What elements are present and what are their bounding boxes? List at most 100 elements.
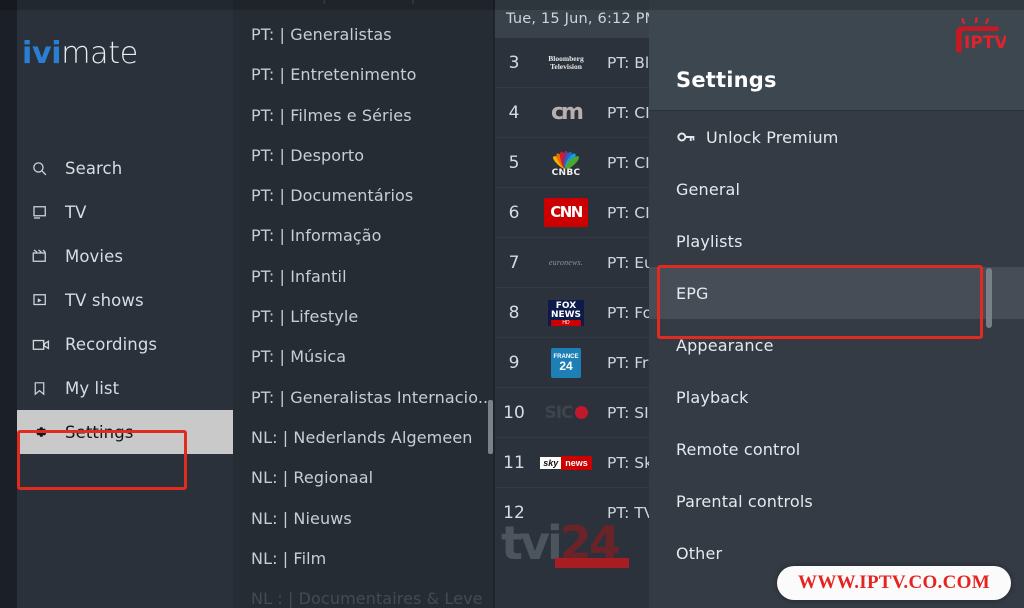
settings-item-label: Remote control: [676, 439, 801, 459]
gear-icon: [31, 421, 57, 443]
site-watermark-text: WWW.IPTV.CO.COM: [798, 572, 990, 593]
sidebar-item-label: Movies: [65, 246, 124, 266]
sidebar-item-settings[interactable]: Settings: [17, 410, 233, 454]
settings-item-label: Appearance: [676, 335, 774, 355]
channel-number: 4: [508, 102, 520, 123]
channel-name: PT: Sk: [607, 453, 654, 472]
settings-header: Settings IPTV: [649, 0, 1024, 111]
sidebar-item-recordings[interactable]: Recordings: [17, 322, 233, 366]
tv-shows-icon: [31, 289, 57, 311]
settings-item-unlock-premium[interactable]: Unlock Premium: [649, 111, 1024, 163]
settings-item-playlists[interactable]: Playlists: [649, 215, 1024, 267]
channel-number: 10: [503, 402, 525, 423]
tvi24-underline: [555, 558, 629, 568]
channel-name: PT: Eu: [607, 253, 654, 272]
sidebar-item-label: TV: [65, 202, 87, 222]
euronews-logo: euronews.: [548, 258, 584, 267]
channel-name: PT: Fo: [607, 303, 653, 322]
settings-item-parental-controls[interactable]: Parental controls: [649, 475, 1024, 527]
tv-icon: [31, 201, 57, 223]
app-logo-accent: ivi: [22, 36, 62, 71]
settings-panel-scrollbar[interactable]: [986, 268, 992, 328]
settings-menu-list: Unlock Premium General Playlists EPG App…: [649, 111, 1024, 579]
search-icon: [31, 157, 57, 179]
category-item[interactable]: NL: | Nederlands Algemeen: [233, 417, 495, 457]
settings-panel: Settings IPTV Unlock Premium General Pla…: [649, 0, 1024, 608]
recordings-icon: [31, 333, 57, 355]
settings-item-label: Parental controls: [676, 491, 813, 511]
settings-item-label: Playlists: [676, 231, 743, 251]
settings-item-label: EPG: [676, 283, 709, 303]
settings-item-remote-control[interactable]: Remote control: [649, 423, 1024, 475]
settings-item-epg[interactable]: EPG: [649, 267, 1024, 319]
category-item[interactable]: Eurasia: | Setanta Sports: [233, 0, 495, 14]
category-item[interactable]: PT: | Generalistas Internacio..: [233, 377, 495, 417]
category-item[interactable]: PT: | Desporto: [233, 135, 495, 175]
sidebar-item-tv-shows[interactable]: TV shows: [17, 278, 233, 322]
sidebar-item-label: Search: [65, 158, 123, 178]
channel-name: PT: CI: [607, 103, 650, 122]
category-item[interactable]: PT: | Filmes e Séries: [233, 95, 495, 135]
left-gutter: [0, 0, 17, 608]
settings-item-label: Playback: [676, 387, 749, 407]
app-logo: ivimate: [22, 36, 138, 71]
settings-item-label: Unlock Premium: [706, 127, 839, 147]
channel-name: PT: Bl: [607, 53, 650, 72]
settings-item-label: Other: [676, 543, 723, 563]
settings-item-label: General: [676, 179, 741, 199]
key-icon: [676, 127, 706, 147]
channel-name: PT: SI: [607, 403, 649, 422]
sky-news-logo: sky news: [533, 443, 599, 483]
sidebar-item-tv[interactable]: TV: [17, 190, 233, 234]
channel-number: 7: [508, 252, 520, 273]
category-column-edge: [493, 0, 495, 608]
settings-item-general[interactable]: General: [649, 163, 1024, 215]
france-24-logo: FRANCE 24: [533, 343, 599, 383]
cnn-red-logo: CNN: [533, 193, 599, 233]
svg-text:IPTV: IPTV: [964, 33, 1006, 53]
bookmark-icon: [31, 377, 57, 399]
category-list[interactable]: Eurasia: | Setanta Sports PT: | Generali…: [233, 0, 495, 608]
settings-item-playback[interactable]: Playback: [649, 371, 1024, 423]
settings-item-appearance[interactable]: Appearance: [649, 319, 1024, 371]
category-item[interactable]: PT: | Música: [233, 337, 495, 377]
sidebar-item-search[interactable]: Search: [17, 146, 233, 190]
channel-number: 9: [508, 352, 520, 373]
sidebar-item-label: Recordings: [65, 334, 158, 354]
date-time-label: Tue, 15 Jun, 6:12 PM: [506, 11, 658, 27]
fox-news-hd-logo: FOX NEWS HD: [533, 293, 599, 333]
sidebar-item-label: TV shows: [65, 290, 144, 310]
app-logo-rest: mate: [61, 36, 138, 71]
channel-number: 8: [508, 302, 520, 323]
category-item[interactable]: PT: | Infantil: [233, 256, 495, 296]
sidebar-item-label: Settings: [65, 422, 134, 442]
bloomberg-television-logo: Bloomberg Television: [548, 53, 584, 71]
channel-name: PT: CI: [607, 203, 650, 222]
category-item[interactable]: NL: | Nieuws: [233, 498, 495, 538]
app-root: ivimate Search TV Movies TV shows Record…: [0, 0, 1024, 608]
sidebar-item-my-list[interactable]: My list: [17, 366, 233, 410]
cnbc-logo: CNBC: [533, 143, 599, 183]
category-item[interactable]: PT: | Entretenimento: [233, 55, 495, 95]
channel-number: 6: [508, 202, 520, 223]
category-item[interactable]: NL : | Documentaires & Leve: [233, 578, 495, 608]
sidebar-item-movies[interactable]: Movies: [17, 234, 233, 278]
settings-title: Settings: [676, 68, 777, 92]
movies-icon: [31, 245, 57, 267]
channel-number: 3: [508, 52, 520, 73]
channel-name: PT: CI: [607, 153, 650, 172]
main-sidebar: ivimate Search TV Movies TV shows Record…: [17, 0, 233, 608]
site-watermark: WWW.IPTV.CO.COM: [777, 566, 1011, 600]
category-item[interactable]: PT: | Informação: [233, 216, 495, 256]
category-item[interactable]: NL: | Film: [233, 538, 495, 578]
sic-noticias-logo: SIC: [533, 393, 599, 433]
category-item[interactable]: NL: | Regionaal: [233, 458, 495, 498]
category-item[interactable]: PT: | Generalistas: [233, 14, 495, 54]
sidebar-nav: Search TV Movies TV shows Recordings My …: [17, 146, 233, 454]
category-item[interactable]: PT: | Lifestyle: [233, 296, 495, 336]
channel-name: PT: Fr: [607, 353, 649, 372]
iptv-brand-logo: IPTV: [950, 16, 1008, 60]
sidebar-item-label: My list: [65, 378, 120, 398]
category-item[interactable]: PT: | Documentários: [233, 175, 495, 215]
channel-number: 11: [503, 452, 525, 473]
